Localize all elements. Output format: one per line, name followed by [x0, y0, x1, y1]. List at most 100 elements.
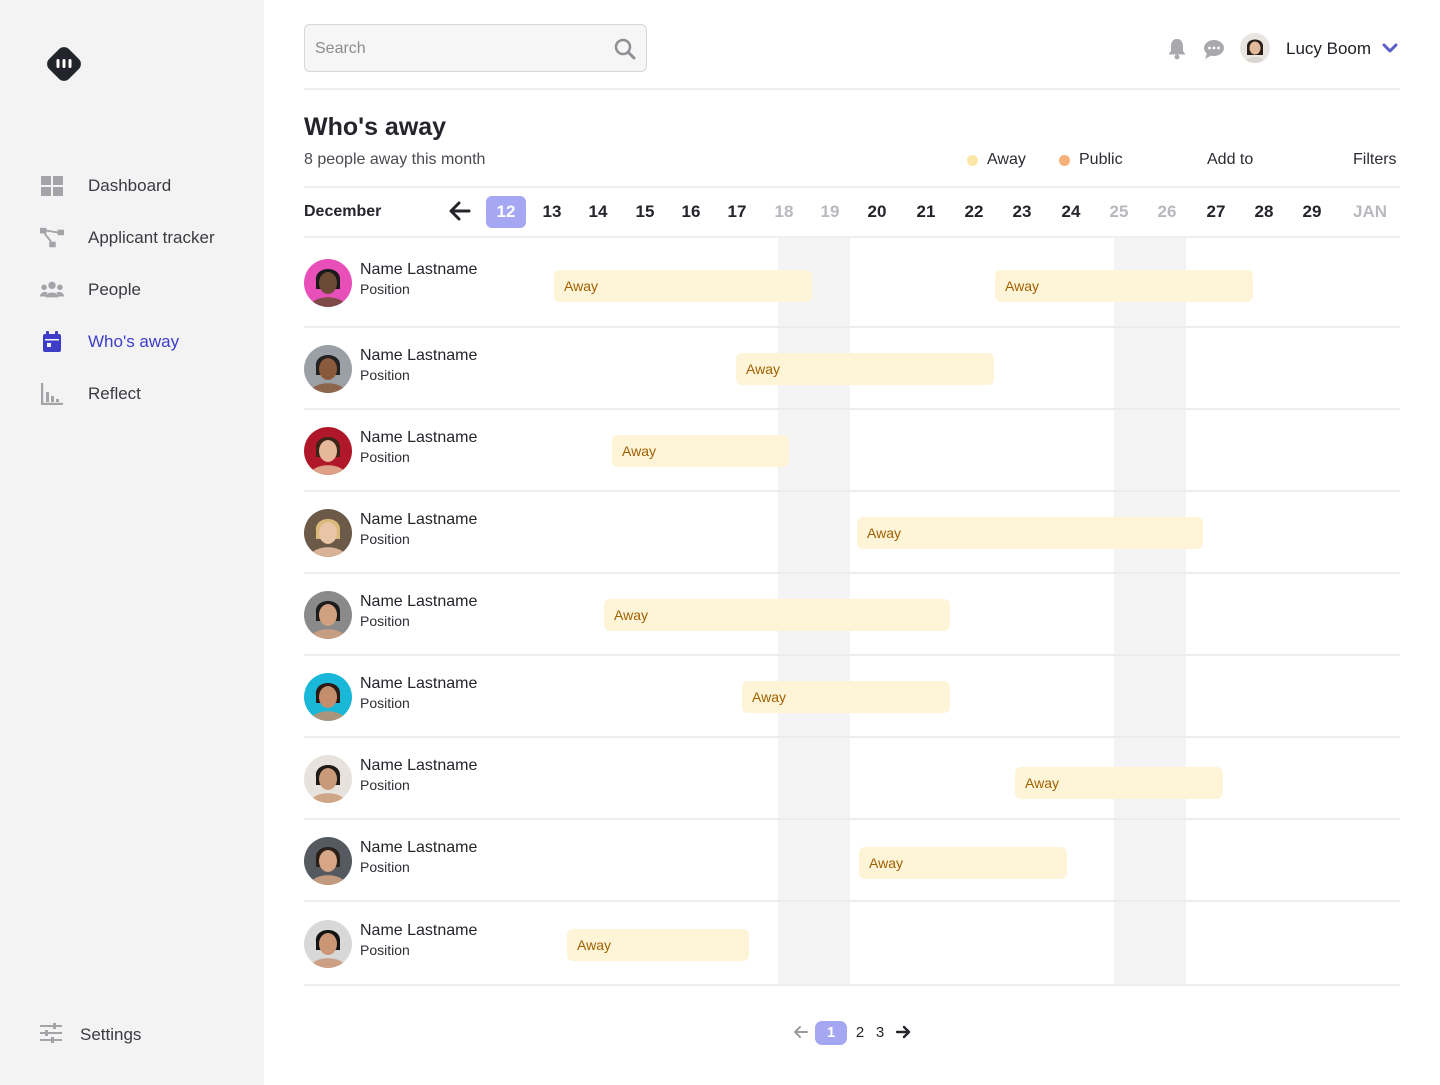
- away-bar[interactable]: Away: [1015, 767, 1223, 799]
- day-cell[interactable]: 26: [1147, 196, 1187, 228]
- settings-label: Settings: [80, 1025, 142, 1044]
- page-current[interactable]: 1: [815, 1021, 847, 1045]
- away-bar[interactable]: Away: [995, 270, 1253, 302]
- month-label: December: [304, 203, 382, 220]
- settings-button[interactable]: Settings: [40, 1022, 141, 1048]
- search-icon[interactable]: [614, 38, 636, 60]
- day-cell[interactable]: 27: [1196, 196, 1236, 228]
- sidebar-item-whos-away[interactable]: Who's away: [40, 327, 260, 357]
- day-cell[interactable]: 28: [1244, 196, 1284, 228]
- chevron-down-icon[interactable]: [1382, 42, 1398, 54]
- sidebar-item-applicant-tracker[interactable]: Applicant tracker: [40, 223, 260, 253]
- day-today[interactable]: 12: [486, 196, 526, 228]
- person-position: Position: [360, 942, 410, 958]
- avatar[interactable]: [304, 509, 352, 557]
- away-bar[interactable]: Away: [859, 847, 1067, 879]
- day-cell[interactable]: 24: [1051, 196, 1091, 228]
- day-cell[interactable]: 23: [1002, 196, 1042, 228]
- person-position: Position: [360, 695, 410, 711]
- away-bar[interactable]: Away: [857, 517, 1203, 549]
- legend-label: Away: [987, 151, 1026, 168]
- app-logo[interactable]: [42, 42, 86, 86]
- row-divider: [304, 326, 1400, 328]
- row-divider: [304, 984, 1400, 986]
- day-cell[interactable]: 29: [1292, 196, 1332, 228]
- filters-button[interactable]: Filters: [1353, 151, 1397, 169]
- arrow-left-icon[interactable]: [793, 1024, 809, 1040]
- day-cell[interactable]: 16: [671, 196, 711, 228]
- person-name[interactable]: Name Lastname: [360, 757, 477, 775]
- day-cell[interactable]: JAN: [1350, 196, 1390, 228]
- day-cell[interactable]: 18: [764, 196, 804, 228]
- away-bar[interactable]: Away: [612, 435, 789, 467]
- add-to-button[interactable]: Add to: [1207, 151, 1253, 169]
- day-cell[interactable]: 15: [625, 196, 665, 228]
- person-name[interactable]: Name Lastname: [360, 593, 477, 611]
- day-cell[interactable]: 19: [810, 196, 850, 228]
- legend-divider: [304, 186, 1400, 188]
- sidebar-item-label: Dashboard: [88, 176, 172, 195]
- chat-icon[interactable]: [1203, 38, 1225, 60]
- tracker-icon: [40, 226, 64, 250]
- day-cell[interactable]: 14: [578, 196, 618, 228]
- avatar[interactable]: [304, 837, 352, 885]
- person-name[interactable]: Name Lastname: [360, 922, 477, 940]
- page-link[interactable]: 2: [855, 1021, 865, 1045]
- day-cell[interactable]: 22: [954, 196, 994, 228]
- day-cell[interactable]: 20: [857, 196, 897, 228]
- weekend-column: [1114, 238, 1186, 986]
- avatar[interactable]: [304, 920, 352, 968]
- arrow-left-icon[interactable]: [449, 201, 471, 221]
- sidebar-item-label: Who's away: [88, 332, 180, 351]
- legend-label: Public: [1079, 151, 1123, 168]
- day-cell[interactable]: 21: [906, 196, 946, 228]
- day-cell[interactable]: 25: [1099, 196, 1139, 228]
- avatar[interactable]: [304, 591, 352, 639]
- away-bar[interactable]: Away: [742, 681, 950, 713]
- chart-icon: [40, 382, 64, 406]
- avatar[interactable]: [304, 755, 352, 803]
- sidebar: Dashboard Applicant tracker People Who's…: [0, 0, 264, 1085]
- sidebar-item-dashboard[interactable]: Dashboard: [40, 171, 260, 201]
- row-divider: [304, 736, 1400, 738]
- arrow-right-icon[interactable]: [895, 1024, 911, 1040]
- day-cell[interactable]: 13: [532, 196, 572, 228]
- away-bar[interactable]: Away: [736, 353, 994, 385]
- legend-public-swatch: [1059, 154, 1070, 166]
- away-bar[interactable]: Away: [554, 270, 812, 302]
- sidebar-item-reflect[interactable]: Reflect: [40, 379, 260, 409]
- sidebar-item-label: People: [88, 280, 141, 299]
- page-link[interactable]: 3: [875, 1021, 885, 1045]
- bell-icon[interactable]: [1167, 38, 1187, 60]
- day-cell[interactable]: 17: [717, 196, 757, 228]
- search-input[interactable]: [315, 37, 595, 61]
- row-divider: [304, 572, 1400, 574]
- person-name[interactable]: Name Lastname: [360, 429, 477, 447]
- away-bar[interactable]: Away: [567, 929, 749, 961]
- person-name[interactable]: Name Lastname: [360, 511, 477, 529]
- person-name[interactable]: Name Lastname: [360, 839, 477, 857]
- legend-public: Public: [1059, 151, 1123, 169]
- person-position: Position: [360, 281, 410, 297]
- user-name[interactable]: Lucy Boom: [1286, 39, 1371, 59]
- sidebar-item-label: Applicant tracker: [88, 228, 215, 247]
- row-divider: [304, 490, 1400, 492]
- person-name[interactable]: Name Lastname: [360, 261, 477, 279]
- away-bar[interactable]: Away: [604, 599, 950, 631]
- search-box: [304, 24, 647, 72]
- avatar[interactable]: [304, 427, 352, 475]
- person-name[interactable]: Name Lastname: [360, 347, 477, 365]
- sliders-icon: [40, 1022, 64, 1048]
- person-name[interactable]: Name Lastname: [360, 675, 477, 693]
- page-title: Who's away: [304, 113, 447, 141]
- avatar[interactable]: [304, 673, 352, 721]
- avatar[interactable]: [304, 345, 352, 393]
- user-avatar[interactable]: [1240, 33, 1270, 63]
- header-divider: [304, 88, 1400, 90]
- avatar[interactable]: [304, 259, 352, 307]
- sidebar-item-people[interactable]: People: [40, 275, 260, 305]
- person-position: Position: [360, 531, 410, 547]
- person-position: Position: [360, 449, 410, 465]
- row-divider: [304, 408, 1400, 410]
- calendar-icon: [40, 330, 64, 354]
